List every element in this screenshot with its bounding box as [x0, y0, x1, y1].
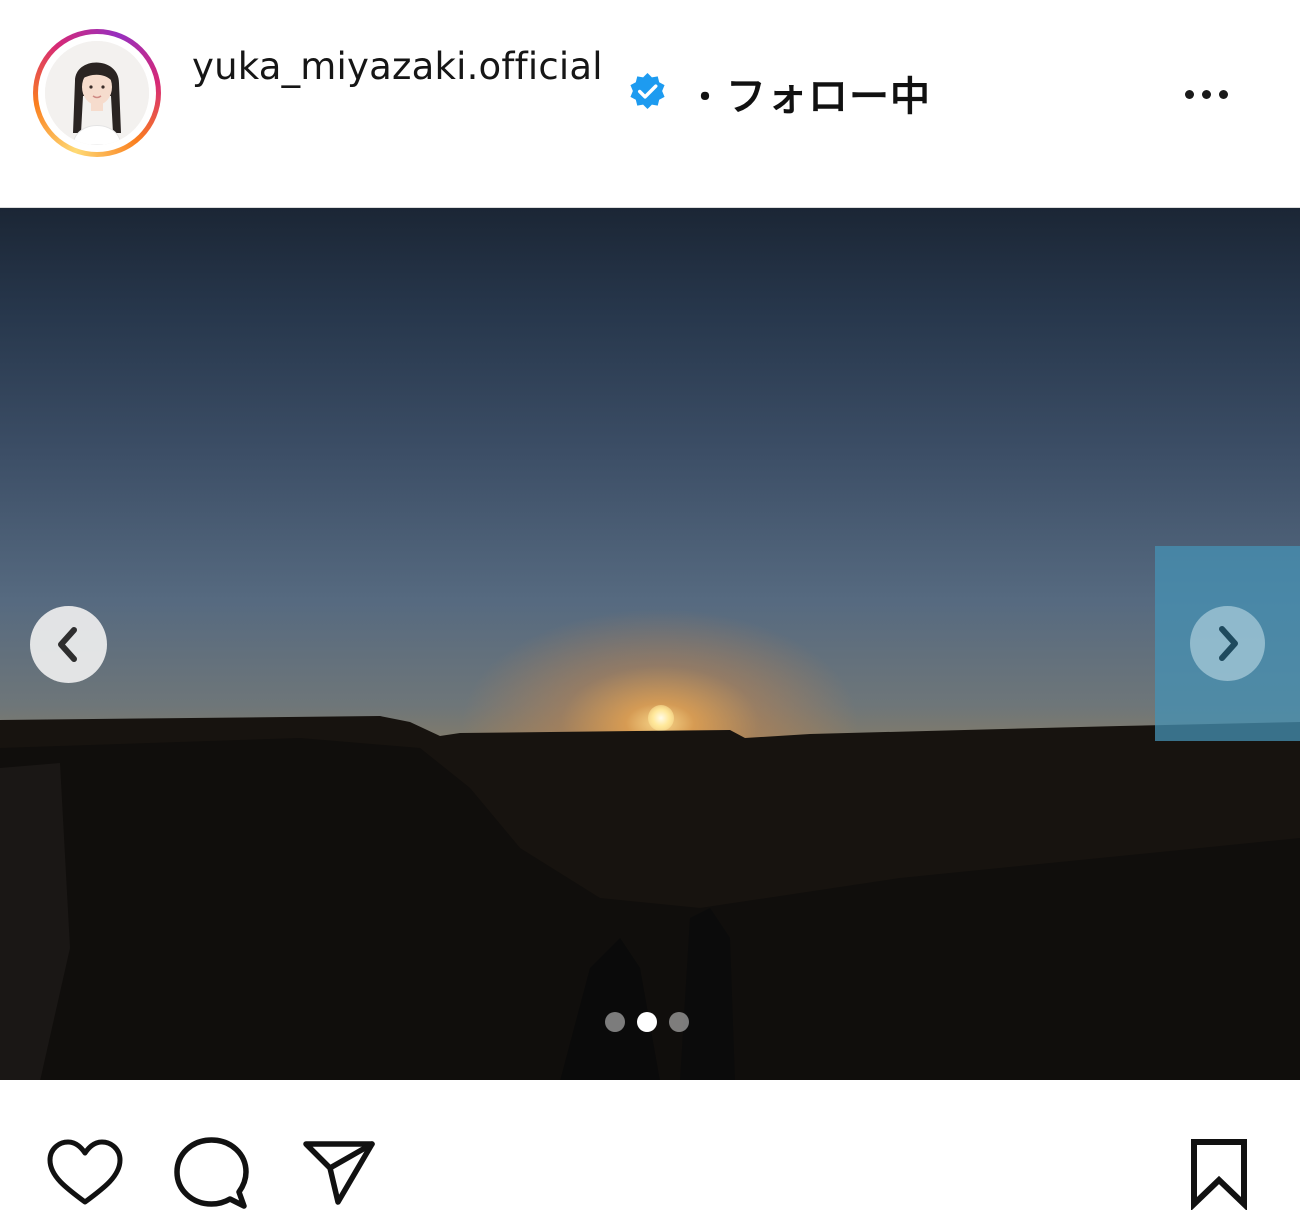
carousel-dot	[605, 1012, 625, 1032]
verified-badge-icon	[630, 72, 665, 110]
post-photo[interactable]	[0, 207, 1300, 1081]
more-options-icon[interactable]	[1185, 84, 1241, 99]
avatar-image	[45, 41, 149, 145]
story-ring[interactable]	[33, 29, 161, 157]
separator-dot: ・	[688, 78, 722, 118]
carousel-prev-button[interactable]	[30, 606, 107, 683]
username-link[interactable]: yuka_miyazaki.official	[192, 44, 617, 89]
post-header: yuka_miyazaki.official ・ フォロー中	[0, 0, 1300, 207]
following-button[interactable]: フォロー中	[726, 64, 931, 122]
action-bar	[0, 1080, 1300, 1219]
chevron-left-icon	[58, 627, 77, 662]
heart-icon[interactable]	[46, 1138, 124, 1208]
carousel-next-button[interactable]	[1190, 606, 1265, 681]
chevron-right-icon	[1219, 626, 1238, 661]
share-icon[interactable]	[300, 1138, 378, 1208]
carousel-dot-active	[637, 1012, 657, 1032]
bookmark-icon[interactable]	[1186, 1136, 1252, 1210]
carousel-dot	[669, 1012, 689, 1032]
avatar[interactable]	[45, 41, 149, 145]
comment-icon[interactable]	[173, 1136, 251, 1212]
